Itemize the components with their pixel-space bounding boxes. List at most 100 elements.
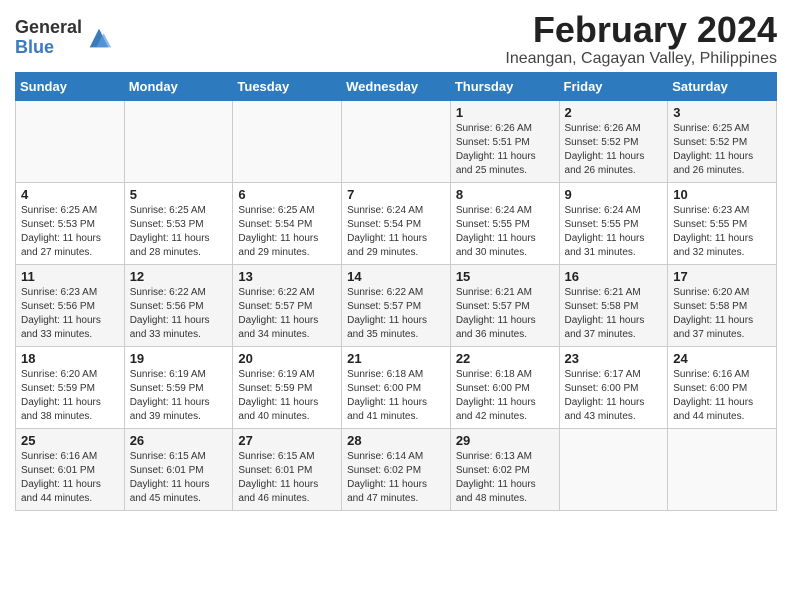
day-number: 26 [130, 433, 228, 448]
day-info: Sunrise: 6:23 AM Sunset: 5:56 PM Dayligh… [21, 286, 119, 342]
day-number: 7 [347, 187, 445, 202]
day-number: 27 [238, 433, 336, 448]
calendar-cell [16, 100, 125, 182]
day-info: Sunrise: 6:25 AM Sunset: 5:53 PM Dayligh… [130, 204, 228, 260]
calendar-cell: 15 Sunrise: 6:21 AM Sunset: 5:57 PM Dayli… [450, 264, 559, 346]
day-number: 23 [565, 351, 663, 366]
day-info: Sunrise: 6:16 AM Sunset: 6:00 PM Dayligh… [673, 368, 771, 424]
day-info: Sunrise: 6:23 AM Sunset: 5:55 PM Dayligh… [673, 204, 771, 260]
day-info: Sunrise: 6:15 AM Sunset: 6:01 PM Dayligh… [130, 450, 228, 506]
calendar-cell [233, 100, 342, 182]
calendar-cell: 19 Sunrise: 6:19 AM Sunset: 5:59 PM Dayli… [124, 346, 233, 428]
day-info: Sunrise: 6:18 AM Sunset: 6:00 PM Dayligh… [347, 368, 445, 424]
day-number: 8 [456, 187, 554, 202]
calendar-week-row: 11 Sunrise: 6:23 AM Sunset: 5:56 PM Dayli… [16, 264, 777, 346]
calendar-cell: 18 Sunrise: 6:20 AM Sunset: 5:59 PM Dayli… [16, 346, 125, 428]
calendar-cell: 8 Sunrise: 6:24 AM Sunset: 5:55 PM Daylig… [450, 182, 559, 264]
day-info: Sunrise: 6:17 AM Sunset: 6:00 PM Dayligh… [565, 368, 663, 424]
logo: General Blue [15, 18, 113, 58]
day-number: 14 [347, 269, 445, 284]
day-info: Sunrise: 6:19 AM Sunset: 5:59 PM Dayligh… [130, 368, 228, 424]
calendar-cell: 13Sunrise: 6:22 AM Sunset: 5:57 PM Dayli… [233, 264, 342, 346]
day-info: Sunrise: 6:21 AM Sunset: 5:58 PM Dayligh… [565, 286, 663, 342]
day-number: 22 [456, 351, 554, 366]
header: General Blue February 2024 Ineangan, Cag… [15, 10, 777, 68]
calendar-cell: 24Sunrise: 6:16 AM Sunset: 6:00 PM Dayli… [668, 346, 777, 428]
calendar-cell: 4 Sunrise: 6:25 AM Sunset: 5:53 PM Daylig… [16, 182, 125, 264]
calendar-cell: 28 Sunrise: 6:14 AM Sunset: 6:02 PM Dayli… [342, 428, 451, 510]
day-info: Sunrise: 6:20 AM Sunset: 5:58 PM Dayligh… [673, 286, 771, 342]
header-day: Tuesday [233, 72, 342, 100]
day-info: Sunrise: 6:24 AM Sunset: 5:55 PM Dayligh… [456, 204, 554, 260]
day-number: 19 [130, 351, 228, 366]
day-number: 2 [565, 105, 663, 120]
calendar-cell: 10 Sunrise: 6:23 AM Sunset: 5:55 PM Dayli… [668, 182, 777, 264]
day-number: 25 [21, 433, 119, 448]
calendar-cell: 29 Sunrise: 6:13 AM Sunset: 6:02 PM Dayli… [450, 428, 559, 510]
day-info: Sunrise: 6:14 AM Sunset: 6:02 PM Dayligh… [347, 450, 445, 506]
calendar-cell: 16 Sunrise: 6:21 AM Sunset: 5:58 PM Dayli… [559, 264, 668, 346]
calendar-cell: 27 Sunrise: 6:15 AM Sunset: 6:01 PM Dayli… [233, 428, 342, 510]
header-day: Saturday [668, 72, 777, 100]
logo-blue-text: Blue [15, 38, 82, 58]
title-area: February 2024 Ineangan, Cagayan Valley, … [505, 10, 777, 68]
day-number: 20 [238, 351, 336, 366]
day-number: 9 [565, 187, 663, 202]
header-day: Sunday [16, 72, 125, 100]
calendar-cell: 25 Sunrise: 6:16 AM Sunset: 6:01 PM Dayli… [16, 428, 125, 510]
day-number: 21 [347, 351, 445, 366]
calendar-cell: 7Sunrise: 6:24 AM Sunset: 5:54 PM Daylig… [342, 182, 451, 264]
calendar-cell [342, 100, 451, 182]
calendar-week-row: 1Sunrise: 6:26 AM Sunset: 5:51 PM Daylig… [16, 100, 777, 182]
day-number: 16 [565, 269, 663, 284]
header-row: SundayMondayTuesdayWednesdayThursdayFrid… [16, 72, 777, 100]
day-info: Sunrise: 6:13 AM Sunset: 6:02 PM Dayligh… [456, 450, 554, 506]
calendar-table: SundayMondayTuesdayWednesdayThursdayFrid… [15, 72, 777, 511]
day-info: Sunrise: 6:18 AM Sunset: 6:00 PM Dayligh… [456, 368, 554, 424]
day-info: Sunrise: 6:25 AM Sunset: 5:53 PM Dayligh… [21, 204, 119, 260]
logo-icon [85, 24, 113, 52]
calendar-body: 1Sunrise: 6:26 AM Sunset: 5:51 PM Daylig… [16, 100, 777, 510]
calendar-cell [124, 100, 233, 182]
calendar-cell: 2 Sunrise: 6:26 AM Sunset: 5:52 PM Daylig… [559, 100, 668, 182]
day-number: 13 [238, 269, 336, 284]
calendar-cell: 22 Sunrise: 6:18 AM Sunset: 6:00 PM Dayli… [450, 346, 559, 428]
calendar-cell: 26 Sunrise: 6:15 AM Sunset: 6:01 PM Dayli… [124, 428, 233, 510]
day-number: 6 [238, 187, 336, 202]
day-number: 29 [456, 433, 554, 448]
day-number: 10 [673, 187, 771, 202]
calendar-cell: 3Sunrise: 6:25 AM Sunset: 5:52 PM Daylig… [668, 100, 777, 182]
calendar-week-row: 25 Sunrise: 6:16 AM Sunset: 6:01 PM Dayli… [16, 428, 777, 510]
calendar-cell: 23 Sunrise: 6:17 AM Sunset: 6:00 PM Dayli… [559, 346, 668, 428]
day-info: Sunrise: 6:24 AM Sunset: 5:55 PM Dayligh… [565, 204, 663, 260]
day-info: Sunrise: 6:19 AM Sunset: 5:59 PM Dayligh… [238, 368, 336, 424]
day-number: 17 [673, 269, 771, 284]
day-info: Sunrise: 6:21 AM Sunset: 5:57 PM Dayligh… [456, 286, 554, 342]
calendar-cell: 5 Sunrise: 6:25 AM Sunset: 5:53 PM Daylig… [124, 182, 233, 264]
day-number: 18 [21, 351, 119, 366]
calendar-cell: 9 Sunrise: 6:24 AM Sunset: 5:55 PM Daylig… [559, 182, 668, 264]
day-info: Sunrise: 6:22 AM Sunset: 5:57 PM Dayligh… [347, 286, 445, 342]
day-number: 5 [130, 187, 228, 202]
day-number: 12 [130, 269, 228, 284]
day-info: Sunrise: 6:26 AM Sunset: 5:52 PM Dayligh… [565, 122, 663, 178]
calendar-cell: 20 Sunrise: 6:19 AM Sunset: 5:59 PM Dayli… [233, 346, 342, 428]
header-day: Thursday [450, 72, 559, 100]
main-title: February 2024 [505, 10, 777, 50]
day-info: Sunrise: 6:20 AM Sunset: 5:59 PM Dayligh… [21, 368, 119, 424]
day-info: Sunrise: 6:22 AM Sunset: 5:56 PM Dayligh… [130, 286, 228, 342]
day-number: 1 [456, 105, 554, 120]
day-number: 28 [347, 433, 445, 448]
day-number: 4 [21, 187, 119, 202]
calendar-cell [559, 428, 668, 510]
calendar-cell [668, 428, 777, 510]
subtitle: Ineangan, Cagayan Valley, Philippines [505, 50, 777, 68]
day-number: 15 [456, 269, 554, 284]
day-number: 11 [21, 269, 119, 284]
calendar-cell: 1Sunrise: 6:26 AM Sunset: 5:51 PM Daylig… [450, 100, 559, 182]
calendar-cell: 6Sunrise: 6:25 AM Sunset: 5:54 PM Daylig… [233, 182, 342, 264]
day-info: Sunrise: 6:16 AM Sunset: 6:01 PM Dayligh… [21, 450, 119, 506]
calendar-cell: 11 Sunrise: 6:23 AM Sunset: 5:56 PM Dayli… [16, 264, 125, 346]
calendar-cell: 12 Sunrise: 6:22 AM Sunset: 5:56 PM Dayli… [124, 264, 233, 346]
day-info: Sunrise: 6:15 AM Sunset: 6:01 PM Dayligh… [238, 450, 336, 506]
